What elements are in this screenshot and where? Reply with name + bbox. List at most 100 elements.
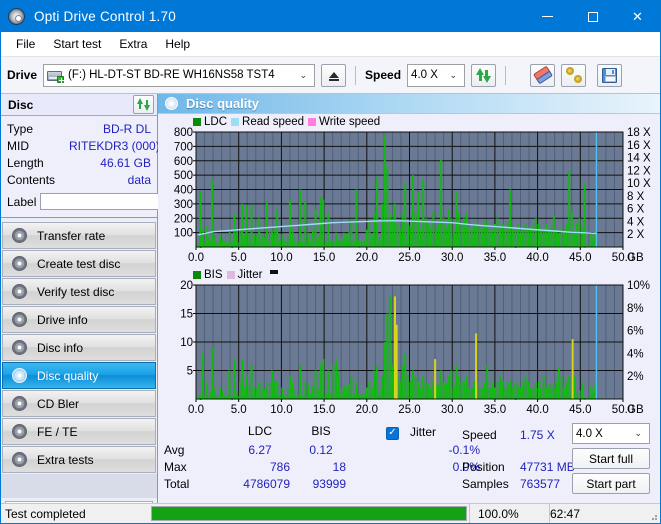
eraser-icon (532, 65, 553, 85)
legend-swatch-bis (193, 271, 201, 279)
svg-text:4%: 4% (627, 348, 644, 360)
disc-label-row: Label (7, 191, 250, 212)
disc-mid-label: MID (7, 138, 29, 153)
progress-fill (152, 507, 466, 520)
resize-grip-icon[interactable] (648, 511, 658, 521)
refresh-button[interactable] (471, 63, 497, 87)
sidebar-item-cd-bler[interactable]: CD Bler (2, 390, 156, 417)
disc-icon (12, 312, 27, 327)
disc-refresh-button[interactable] (133, 95, 154, 114)
svg-text:15.0: 15.0 (313, 404, 335, 416)
menu-item-help[interactable]: Help (156, 34, 199, 54)
svg-text:GB: GB (627, 252, 644, 264)
main-body: Disc Type BD-R DL MID RITEKDR3 (000) Len… (1, 94, 661, 523)
save-button[interactable] (597, 63, 623, 87)
sidebar-item-transfer-rate[interactable]: Transfer rate (2, 222, 156, 249)
status-bar: Test completed 100.0% 62:47 (1, 503, 660, 523)
drive-select[interactable]: (F:) HL-DT-ST BD-RE WH16NS58 TST4 ⌄ (43, 63, 316, 87)
tools-button[interactable] (561, 63, 587, 87)
legend-label-bis: BIS (204, 269, 223, 281)
chevron-down-icon: ⌄ (299, 69, 308, 80)
svg-text:6 X: 6 X (627, 204, 645, 216)
start-part-button[interactable]: Start part (572, 473, 650, 494)
sidebar-item-disc-info[interactable]: Disc info (2, 334, 156, 361)
drive-icon (47, 68, 65, 83)
svg-text:5.0: 5.0 (231, 252, 247, 264)
disc-icon (12, 340, 27, 355)
legend-item-jitter: Jitter (226, 269, 263, 281)
svg-text:10: 10 (180, 337, 193, 349)
sidebar-item-label: Disc info (37, 340, 84, 355)
legend-label-ldc: LDC (204, 116, 228, 128)
sidebar-item-drive-info[interactable]: Drive info (2, 306, 156, 333)
svg-text:30.0: 30.0 (441, 404, 463, 416)
minimize-icon (542, 16, 553, 17)
progress-bar (149, 504, 469, 523)
drive-label: Drive (7, 68, 38, 82)
svg-text:2 X: 2 X (627, 229, 645, 241)
minimize-button[interactable] (525, 1, 570, 32)
sidebar-item-label: Create test disc (37, 256, 121, 271)
sidebar-item-disc-quality[interactable]: Disc quality (2, 362, 156, 389)
sidebar: Disc Type BD-R DL MID RITEKDR3 (000) Len… (1, 94, 250, 523)
eject-button[interactable] (321, 63, 347, 87)
elapsed-time: 62:47 (549, 504, 660, 523)
svg-text:700: 700 (174, 141, 193, 153)
disc-icon (12, 396, 27, 411)
ldc-chart-canvas[interactable]: 100 200 300 400 500 600 700 800 2 X4 X6 X8 X10 X… (158, 114, 661, 269)
eject-icon (328, 72, 339, 81)
sidebar-item-label: Transfer rate (37, 228, 106, 243)
disc-panel-title: Disc (8, 97, 34, 112)
stats-max-bis: 18 (332, 460, 346, 474)
disc-icon (12, 228, 27, 243)
menu-item-file[interactable]: File (7, 34, 44, 54)
stats-avg-bis: 0.12 (309, 443, 333, 457)
disc-icon (12, 368, 27, 383)
svg-text:200: 200 (174, 213, 193, 225)
start-full-button[interactable]: Start full (572, 448, 650, 469)
speed-select[interactable]: 4.0 X ⌄ (407, 63, 466, 87)
window-title: Opti Drive Control 1.70 (34, 9, 176, 24)
maximize-button[interactable] (570, 1, 615, 32)
page-title: Disc quality (186, 96, 259, 111)
disc-label-caption: Label (7, 194, 37, 209)
svg-text:10%: 10% (627, 280, 650, 292)
sidebar-item-create-test-disc[interactable]: Create test disc (2, 250, 156, 277)
disc-type-label: Type (7, 121, 34, 136)
svg-text:2%: 2% (627, 371, 644, 383)
legend-label-jitter: Jitter (237, 269, 263, 281)
sidebar-item-extra-tests[interactable]: Extra tests (2, 446, 156, 473)
svg-text:6%: 6% (627, 326, 644, 338)
svg-text:5: 5 (187, 366, 193, 378)
svg-text:GB: GB (627, 404, 644, 416)
legend-label-read-speed: Read speed (242, 116, 305, 128)
title-bar: Opti Drive Control 1.70 ✕ (1, 1, 660, 32)
menu-item-start-test[interactable]: Start test (44, 34, 110, 54)
disc-type-value: BD-R DL (102, 121, 151, 136)
disc-panel-header: Disc (1, 94, 157, 116)
jitter-checkbox[interactable]: ✓ (386, 424, 399, 440)
close-button[interactable]: ✕ (615, 1, 660, 32)
svg-text:40.0: 40.0 (526, 404, 548, 416)
bis-chart-canvas[interactable]: 5 10 15 20 2% 4% 6% 8% 10% 0.0 5.0 10.0 15.0 20.0 25.0… (158, 269, 661, 421)
stats-total-bis: 93999 (312, 477, 346, 491)
svg-text:35.0: 35.0 (484, 404, 506, 416)
sidebar-item-verify-test-disc[interactable]: Verify test disc (2, 278, 156, 305)
legend-marker-icon (270, 270, 279, 274)
sidebar-spacer (1, 474, 157, 498)
svg-text:35.0: 35.0 (484, 252, 506, 264)
svg-text:500: 500 (174, 170, 193, 182)
menu-item-extra[interactable]: Extra (110, 34, 156, 54)
chevron-down-icon: ⌄ (449, 69, 458, 80)
sidebar-item-fe-te[interactable]: FE / TE (2, 418, 156, 445)
checkbox-checked-icon: ✓ (386, 426, 399, 440)
sidebar-item-label: CD Bler (37, 396, 80, 411)
erase-button[interactable] (530, 63, 556, 87)
ldc-chart: LDC Read speed Write speed 100 200 300 400 5… (158, 114, 660, 269)
stats-header-ldc: LDC (247, 424, 272, 438)
test-speed-select[interactable]: 4.0 X ⌄ (572, 423, 650, 444)
stats-row-label-total: Total (164, 477, 190, 491)
position-stat-value: 47731 MB (520, 460, 575, 474)
window-controls: ✕ (525, 1, 660, 32)
jitter-label: Jitter (410, 425, 437, 439)
